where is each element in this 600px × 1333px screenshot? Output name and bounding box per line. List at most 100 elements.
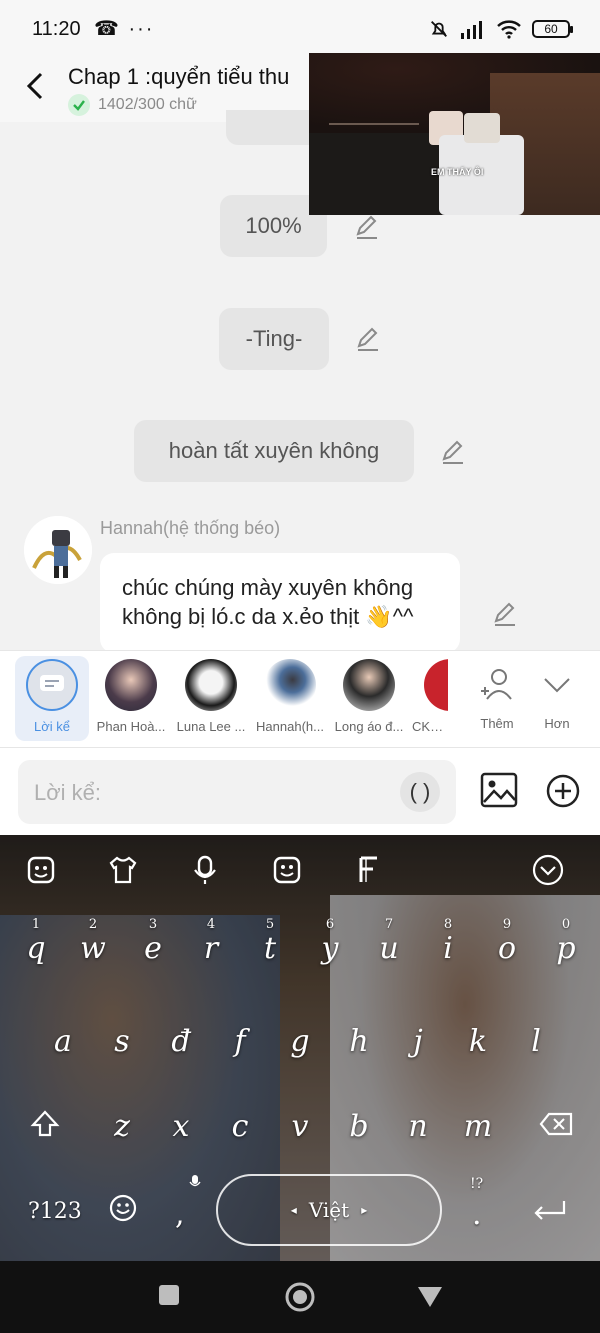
key-n[interactable]: n xyxy=(398,1109,438,1144)
char-item[interactable]: CKG ( xyxy=(408,657,448,734)
font-icon[interactable] xyxy=(352,853,386,887)
char-label: Long áo đ... xyxy=(334,719,404,734)
key-z[interactable]: z xyxy=(102,1109,142,1144)
character-avatar[interactable] xyxy=(24,516,92,584)
key-number-hint: 4 xyxy=(206,917,216,932)
message-text: -Ting- xyxy=(245,326,303,351)
key-w[interactable]: w xyxy=(73,931,113,966)
key-r[interactable]: r xyxy=(191,931,231,966)
space-key[interactable]: ◂ Việt ▸ xyxy=(216,1174,442,1246)
key-number-hint: 2 xyxy=(88,917,98,932)
key-i[interactable]: i xyxy=(428,931,468,966)
back-nav-button[interactable] xyxy=(416,1285,444,1309)
char-label: CKG ( xyxy=(412,719,448,734)
key-number-hint: 8 xyxy=(443,917,453,932)
key-j[interactable]: j xyxy=(398,1024,438,1059)
char-item[interactable]: Luna Lee ... xyxy=(172,657,250,734)
char-item[interactable]: Phan Hoà... xyxy=(92,657,170,734)
message-text: hoàn tất xuyên không xyxy=(168,438,380,463)
key-m[interactable]: m xyxy=(458,1109,498,1144)
chapter-title: Chap 1 :quyển tiểu thu xyxy=(68,64,290,89)
key-e[interactable]: e xyxy=(133,931,173,966)
character-message-text: chúc chúng mày xuyên không không bị ló.c… xyxy=(122,575,414,629)
emoji-key[interactable] xyxy=(106,1191,140,1225)
input-placeholder: Lời kể: xyxy=(34,780,102,805)
mute-bell-icon xyxy=(431,21,447,37)
image-icon[interactable] xyxy=(480,772,518,808)
battery-indicator: 60 xyxy=(532,20,573,38)
symbols-key[interactable]: ?123 xyxy=(28,1199,82,1224)
key-u[interactable]: u xyxy=(369,931,409,966)
char-item[interactable]: Long áo đ... xyxy=(330,657,408,734)
narration-input[interactable]: Lời kể: ( ) xyxy=(18,760,456,824)
char-label: Hannah(h... xyxy=(256,719,324,734)
shift-key[interactable] xyxy=(28,1107,62,1141)
parentheses-button[interactable]: ( ) xyxy=(400,772,440,812)
voice-hint-icon xyxy=(189,1175,201,1187)
collapse-keyboard-icon[interactable] xyxy=(531,853,565,887)
more-dots-icon: ··· xyxy=(128,18,155,40)
chevron-left-icon xyxy=(26,72,43,100)
keyboard: 1 2 3 4 5 6 7 8 9 0 q w e r t y u i o p … xyxy=(0,835,600,1261)
key-g[interactable]: g xyxy=(280,1024,320,1059)
key-b[interactable]: b xyxy=(339,1109,379,1144)
status-time: 11:20 xyxy=(32,18,81,40)
expand-label: Hơn xyxy=(544,716,570,731)
space-key-label: Việt xyxy=(308,1198,350,1222)
navigation-bar xyxy=(0,1261,600,1333)
recent-apps-button[interactable] xyxy=(157,1283,181,1307)
period-key[interactable]: . xyxy=(472,1197,482,1232)
key-number-hint: 6 xyxy=(325,917,335,932)
wifi-icon xyxy=(497,20,521,39)
phone-missed-icon: ☎ xyxy=(94,18,121,40)
emoji-icon[interactable] xyxy=(270,853,304,887)
key-v[interactable]: v xyxy=(280,1109,320,1144)
add-icon[interactable] xyxy=(546,774,580,808)
edit-icon[interactable] xyxy=(354,214,380,240)
key-a[interactable]: a xyxy=(43,1024,83,1059)
char-item-narrator[interactable]: Lời kể xyxy=(13,657,91,734)
comma-key[interactable]: , xyxy=(175,1197,185,1232)
key-number-hint: 0 xyxy=(561,917,571,932)
theme-icon[interactable] xyxy=(106,853,140,887)
key-t[interactable]: t xyxy=(250,931,290,966)
key-y[interactable]: y xyxy=(310,931,350,966)
char-label: Phan Hoà... xyxy=(96,719,166,734)
key-x[interactable]: x xyxy=(161,1109,201,1144)
home-button[interactable] xyxy=(284,1281,316,1313)
message-bubble[interactable]: -Ting- xyxy=(219,308,329,370)
expand-button[interactable]: Hơn xyxy=(518,657,596,731)
key-dd[interactable]: đ xyxy=(161,1024,201,1059)
edit-icon[interactable] xyxy=(440,439,466,465)
edit-icon[interactable] xyxy=(355,326,381,352)
back-button[interactable] xyxy=(20,68,50,104)
message-bubble[interactable]: hoàn tất xuyên không xyxy=(134,420,414,482)
char-item[interactable]: Hannah(h... xyxy=(251,657,329,734)
check-icon xyxy=(68,94,90,116)
edit-icon[interactable] xyxy=(492,601,518,627)
avatar xyxy=(343,659,395,711)
key-q[interactable]: q xyxy=(16,931,56,966)
enter-key[interactable] xyxy=(530,1193,570,1227)
key-f[interactable]: f xyxy=(220,1024,260,1059)
microphone-icon[interactable] xyxy=(188,853,222,887)
word-count: 1402/300 chữ xyxy=(98,96,197,113)
key-number-hint: 3 xyxy=(148,917,158,932)
avatar xyxy=(105,659,157,711)
char-label: Lời kể xyxy=(34,719,70,734)
video-overlay[interactable]: EM THẤY ÔI xyxy=(309,53,600,215)
character-message-bubble[interactable]: chúc chúng mày xuyên không không bị ló.c… xyxy=(100,553,460,653)
key-h[interactable]: h xyxy=(339,1024,379,1059)
key-s[interactable]: s xyxy=(102,1024,142,1059)
punctuation-hint: !? xyxy=(470,1176,484,1192)
key-number-hint: 9 xyxy=(502,917,512,932)
key-o[interactable]: o xyxy=(487,931,527,966)
key-l[interactable]: l xyxy=(516,1024,556,1059)
key-p[interactable]: p xyxy=(546,931,586,966)
backspace-key[interactable] xyxy=(536,1107,576,1141)
char-label: Luna Lee ... xyxy=(176,719,246,734)
key-c[interactable]: c xyxy=(220,1109,260,1144)
key-k[interactable]: k xyxy=(458,1024,498,1059)
sticker-icon[interactable] xyxy=(24,853,58,887)
key-number-hint: 5 xyxy=(265,917,275,932)
